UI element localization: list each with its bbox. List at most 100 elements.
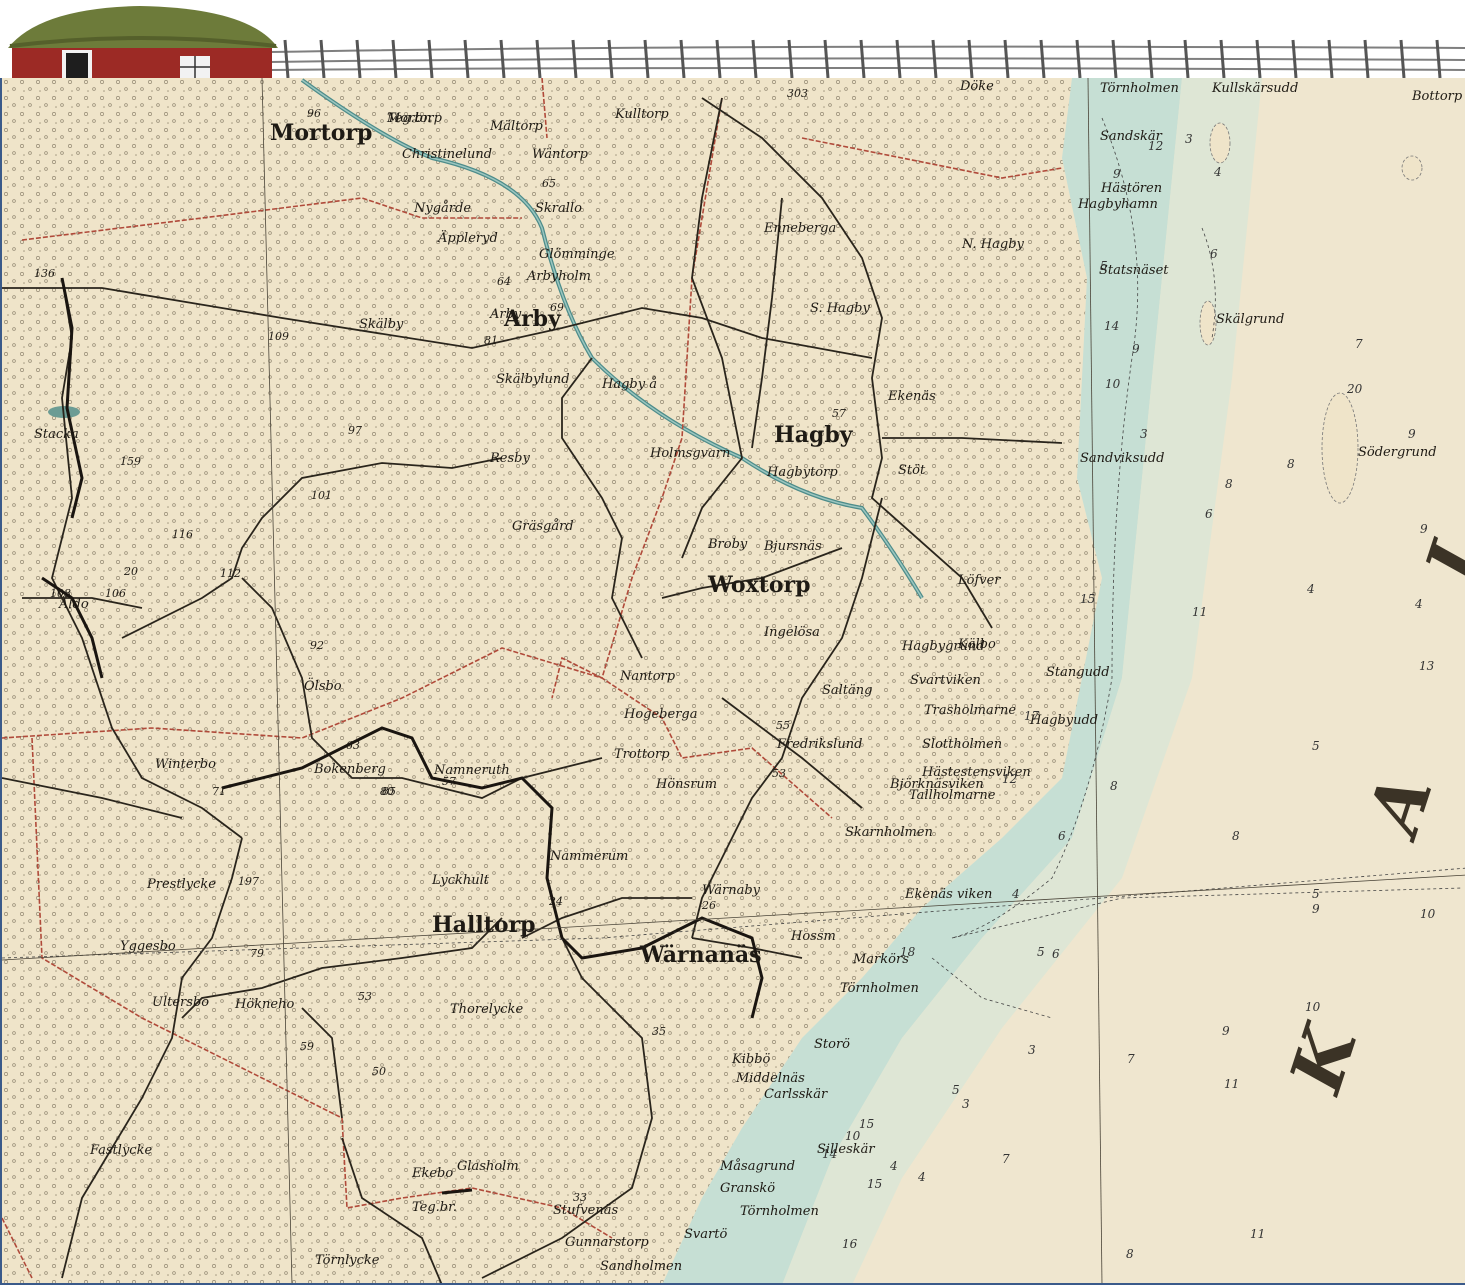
place-label: Lyckhult (432, 873, 490, 888)
place-label: Gunnarstorp (565, 1235, 649, 1250)
depth-sounding: 20 (1347, 382, 1363, 396)
elevation-mark: 20 (124, 565, 138, 578)
place-label: Arbyholm (527, 269, 591, 284)
depth-sounding: 9 (1132, 342, 1140, 356)
decorative-header-banner (0, 0, 1465, 80)
elevation-mark: 92 (310, 639, 324, 652)
place-label: Slottholmen (922, 737, 1003, 752)
depth-sounding: 13 (1419, 659, 1435, 673)
depth-sounding: 3 (1185, 132, 1193, 146)
place-label: Gräsgård (512, 519, 574, 534)
place-label: Nygårde (414, 201, 472, 216)
depth-sounding: 4 (1214, 165, 1222, 179)
place-label: Svartviken (910, 673, 981, 688)
depth-sounding: 15 (1080, 592, 1096, 606)
elevation-mark: 64 (497, 275, 511, 288)
depth-sounding: 11 (1192, 605, 1208, 619)
place-label: Hönsrum (656, 777, 718, 792)
depth-sounding: 7 (1355, 337, 1363, 351)
town-label: Woxtorp (708, 572, 811, 598)
elevation-mark: 55 (776, 719, 790, 732)
place-label: Ekenäs (888, 389, 936, 404)
place-label: Törnholmen (1100, 81, 1179, 96)
place-label: Hagbytorp (767, 465, 838, 480)
place-label: Winterbo (155, 757, 216, 772)
elevation-mark: 106 (105, 587, 126, 600)
depth-sounding: 12 (1148, 139, 1164, 153)
place-label: Kibbö (732, 1052, 771, 1067)
place-label: Stacka (34, 427, 79, 442)
depth-sounding: 6 (1058, 829, 1066, 843)
depth-sounding: 4 (1012, 887, 1020, 901)
place-label: N. Hagby (962, 237, 1024, 252)
place-label: Christinelund (402, 147, 493, 162)
place-label: Fredrikslund (777, 737, 863, 752)
place-label: Yggesbo (120, 939, 176, 954)
place-label: Fastlycke (90, 1143, 153, 1158)
depth-sounding: 5 (1037, 945, 1045, 959)
place-label: Ekebo (412, 1166, 454, 1181)
elevation-mark: 57 (832, 407, 846, 420)
place-label: Törnholmen (840, 981, 919, 996)
place-label: Sandviksudd (1080, 451, 1165, 466)
place-label: Hossm (791, 929, 836, 944)
place-label: Bottorp (1412, 89, 1463, 104)
place-label: Döke (960, 79, 994, 94)
elevation-mark: 59 (300, 1040, 314, 1053)
depth-sounding: 11 (1250, 1227, 1266, 1241)
depth-sounding: 6 (1210, 247, 1218, 261)
depth-sounding: 6 (1052, 947, 1060, 961)
place-label: Måsagrund (720, 1159, 796, 1174)
depth-sounding: 14 (822, 1147, 838, 1161)
place-label: Thorelycke (450, 1002, 524, 1017)
place-label: Skarnholmen (845, 825, 933, 840)
place-label: Björknäsviken (890, 777, 984, 792)
place-label: Teg.br. (412, 1200, 458, 1215)
place-label: Statsnäset (1099, 263, 1169, 278)
elevation-mark: 57 (442, 775, 456, 788)
elevation-mark: 35 (652, 1025, 666, 1038)
elevation-mark: 65 (542, 177, 556, 190)
depth-sounding: 5 (1312, 887, 1320, 901)
depth-sounding: 8 (1232, 829, 1240, 843)
depth-sounding: 9 (1222, 1024, 1230, 1038)
elevation-mark: 63 (346, 739, 360, 752)
depth-sounding: 4 (1307, 582, 1315, 596)
elevation-mark: 26 (702, 899, 716, 912)
elevation-mark: 71 (212, 785, 226, 798)
elevation-mark: 53 (772, 767, 786, 780)
place-label: Sandholmen (600, 1259, 683, 1274)
depth-sounding: 7 (1127, 1052, 1135, 1066)
depth-sounding: 4 (890, 1159, 898, 1173)
depth-sounding: 15 (859, 1117, 875, 1131)
place-label: Glömminge (539, 247, 615, 262)
place-label: Storö (814, 1037, 850, 1052)
depth-sounding: 12 (1002, 772, 1018, 786)
historical-map[interactable]: Mortorp Arby Hagby Woxtorp Halltorp Wärn… (0, 78, 1465, 1285)
town-label: Mortorp (270, 120, 373, 146)
place-label: Äppleryd (438, 231, 498, 246)
place-label: Hästören (1101, 181, 1163, 196)
elevation-mark: 81 (484, 334, 498, 347)
depth-sounding: 8 (1225, 477, 1233, 491)
depth-sounding: 10 (1305, 1000, 1321, 1014)
place-label: Hagbyudd (1030, 713, 1099, 728)
depth-sounding: 6 (1205, 507, 1213, 521)
place-label: Hagbyhamn (1078, 197, 1158, 212)
elevation-mark: 69 (550, 301, 564, 314)
elevation-mark: 85 (382, 785, 396, 798)
depth-sounding: 14 (1104, 319, 1120, 333)
place-label: Glasholm (457, 1159, 519, 1174)
place-label: Stufvenäs (553, 1203, 619, 1218)
place-label: Skälbylund (496, 372, 570, 387)
elevation-mark: 97 (348, 424, 362, 437)
depth-sounding: 5 (952, 1083, 960, 1097)
place-label: Middelnäs (736, 1071, 805, 1086)
place-label: Bokenberg (314, 762, 386, 777)
depth-sounding: 8 (1126, 1247, 1134, 1261)
elevation-mark: 50 (372, 1065, 386, 1078)
depth-sounding: 10 (845, 1129, 861, 1143)
elevation-mark: 116 (172, 528, 193, 541)
depth-sounding: 9 (1113, 167, 1121, 181)
place-label: Saltäng (822, 683, 873, 698)
